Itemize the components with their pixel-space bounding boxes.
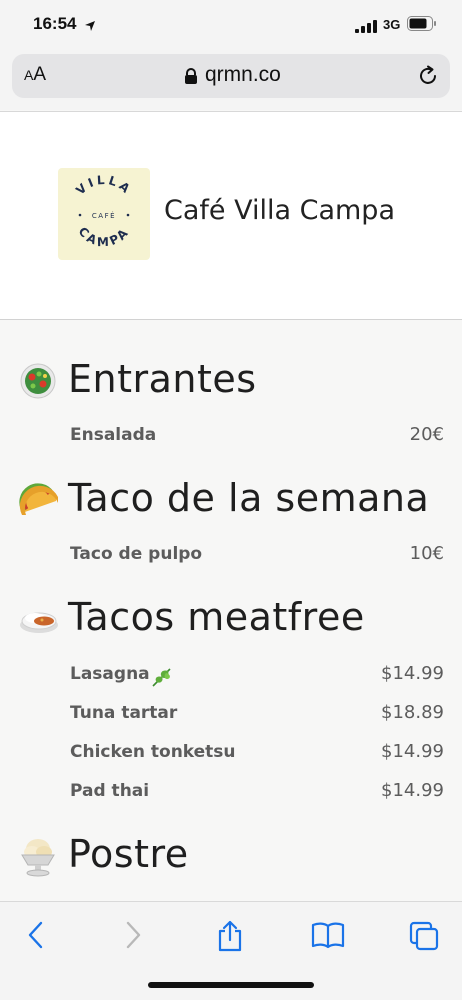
section-title-postre: Postre (68, 832, 189, 876)
menu-item-price: $14.99 (381, 663, 444, 684)
signal-bars-icon (355, 18, 377, 37)
battery-icon (407, 16, 437, 35)
status-bar: 16:54 3G (0, 0, 462, 48)
back-icon[interactable] (25, 920, 47, 954)
svg-text:CAMPA: CAMPA (76, 224, 133, 249)
svg-text:VILLA: VILLA (73, 173, 134, 198)
menu-item-name: Chicken tonketsu (70, 742, 236, 762)
curry-rice-icon (18, 603, 60, 641)
herb-icon (150, 665, 174, 693)
section-title-tacos-meatfree: Tacos meatfree (68, 595, 365, 639)
lock-icon (184, 68, 198, 89)
menu-item-price: 10€ (409, 543, 444, 564)
salad-icon (18, 360, 58, 404)
location-arrow-icon (84, 17, 96, 36)
taco-icon (18, 481, 60, 523)
menu-item-name: Ensalada (70, 425, 157, 445)
forward-icon[interactable] (122, 920, 144, 954)
menu-item-name: Pad thai (70, 781, 150, 801)
ice-cream-icon (18, 835, 58, 881)
share-icon[interactable] (215, 920, 245, 956)
reload-icon[interactable] (417, 65, 439, 91)
home-indicator (148, 982, 314, 988)
menu-item-price: 20€ (409, 424, 444, 445)
menu-item-price: $14.99 (381, 741, 444, 762)
text-size-button[interactable]: AA (24, 64, 46, 86)
menu-item-name: Tuna tartar (70, 703, 178, 723)
tabs-icon[interactable] (408, 920, 440, 956)
cafe-logo: VILLA CAFÉ CAMPA (58, 168, 150, 260)
menu-item-price: $14.99 (381, 780, 444, 801)
cafe-header: VILLA CAFÉ CAMPA Café Villa Campa (0, 111, 462, 320)
network-type: 3G (383, 17, 401, 32)
status-time: 16:54 (33, 14, 77, 33)
svg-text:CAFÉ: CAFÉ (92, 211, 116, 220)
menu-item-name: Taco de pulpo (70, 544, 203, 564)
address-bar[interactable]: AA qrmn.co (12, 54, 450, 98)
url-text[interactable]: qrmn.co (205, 63, 281, 87)
bookmarks-icon[interactable] (311, 920, 345, 954)
section-title-taco-de-la-semana: Taco de la semana (68, 476, 430, 520)
menu-item-price: $18.89 (381, 702, 444, 723)
page: 16:54 3G AA qrmn.co VILLA CAFÉ CAMPA Caf… (0, 0, 462, 1000)
section-title-entrantes: Entrantes (68, 357, 257, 401)
cafe-name: Café Villa Campa (164, 195, 395, 226)
menu-item-name: Lasagna (70, 664, 150, 684)
browser-address-area: AA qrmn.co (0, 48, 462, 110)
